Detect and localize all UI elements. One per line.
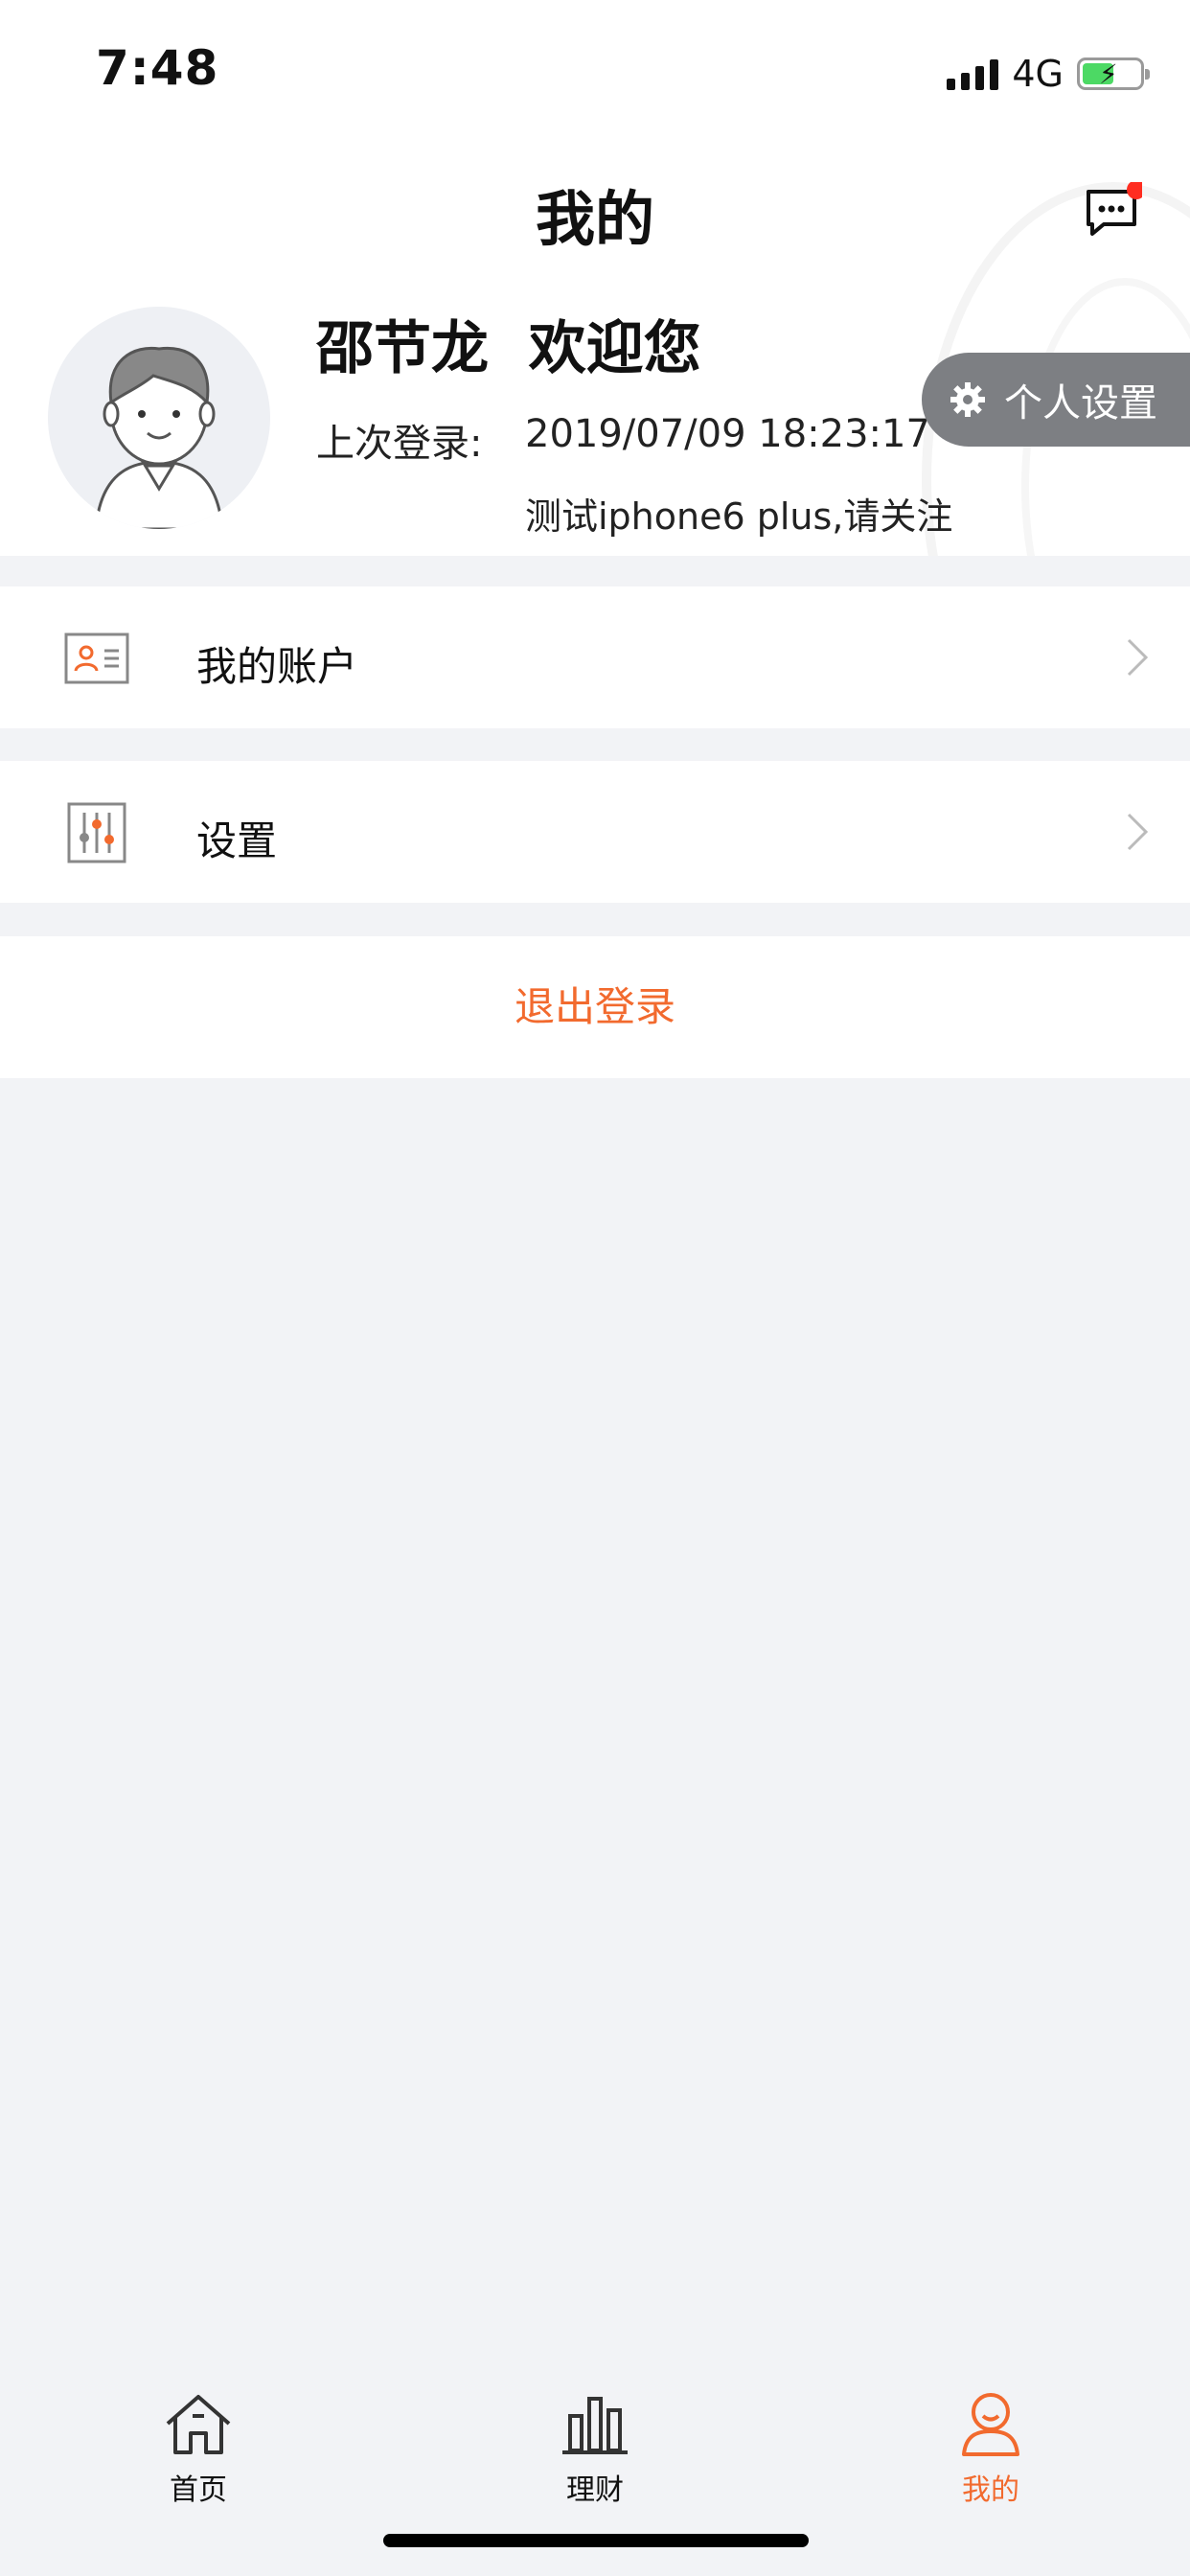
gear-icon bbox=[950, 382, 985, 417]
personal-settings-label: 个人设置 bbox=[1004, 381, 1157, 426]
network-type: 4G bbox=[1012, 53, 1064, 95]
home-indicator[interactable] bbox=[383, 2534, 809, 2547]
last-login-time: 2019/07/09 18:23:17 bbox=[525, 412, 930, 456]
chat-bubble-icon bbox=[1087, 180, 1146, 236]
menu-item-label: 设置 bbox=[196, 817, 278, 864]
profile-note: 测试iphone6 plus,请关注 bbox=[525, 495, 953, 538]
user-icon bbox=[962, 2393, 1019, 2456]
personal-settings-button[interactable]: 个人设置 bbox=[922, 353, 1190, 447]
menu-item-label: 我的账户 bbox=[196, 643, 358, 690]
signal-icon bbox=[947, 58, 999, 90]
status-indicators: 4G ⚡ bbox=[947, 53, 1150, 95]
chevron-right-icon bbox=[1127, 638, 1149, 677]
notification-badge bbox=[1127, 180, 1146, 199]
profile-header: 我的 邵节龙 欢迎您 上次登录: 2019/07/09 18:23:17 测试i… bbox=[0, 144, 1190, 556]
battery-icon: ⚡ bbox=[1077, 58, 1150, 90]
welcome-text: 邵节龙 欢迎您 bbox=[316, 315, 701, 382]
user-avatar-icon bbox=[94, 346, 224, 529]
home-icon bbox=[166, 2395, 231, 2454]
tab-finance[interactable]: 理财 bbox=[499, 2391, 691, 2508]
last-login-label: 上次登录: bbox=[316, 422, 483, 466]
chevron-right-icon bbox=[1127, 813, 1149, 851]
menu-item-settings[interactable]: 设置 bbox=[0, 761, 1190, 903]
menu-item-my-account[interactable]: 我的账户 bbox=[0, 586, 1190, 728]
tab-label: 我的 bbox=[962, 2473, 1019, 2507]
id-card-icon bbox=[64, 632, 129, 684]
logout-button[interactable]: 退出登录 bbox=[0, 936, 1190, 1078]
message-button[interactable] bbox=[1083, 180, 1146, 242]
tab-mine[interactable]: 我的 bbox=[895, 2391, 1087, 2508]
status-bar: 7:48 4G ⚡ bbox=[0, 0, 1190, 144]
bar-chart-icon bbox=[562, 2397, 628, 2454]
tab-label: 首页 bbox=[170, 2473, 227, 2507]
tab-label: 理财 bbox=[566, 2473, 624, 2507]
avatar[interactable] bbox=[48, 307, 270, 529]
tab-home[interactable]: 首页 bbox=[103, 2391, 294, 2508]
sliders-icon bbox=[67, 802, 126, 863]
status-time: 7:48 bbox=[96, 40, 219, 96]
page-title: 我的 bbox=[535, 184, 654, 254]
